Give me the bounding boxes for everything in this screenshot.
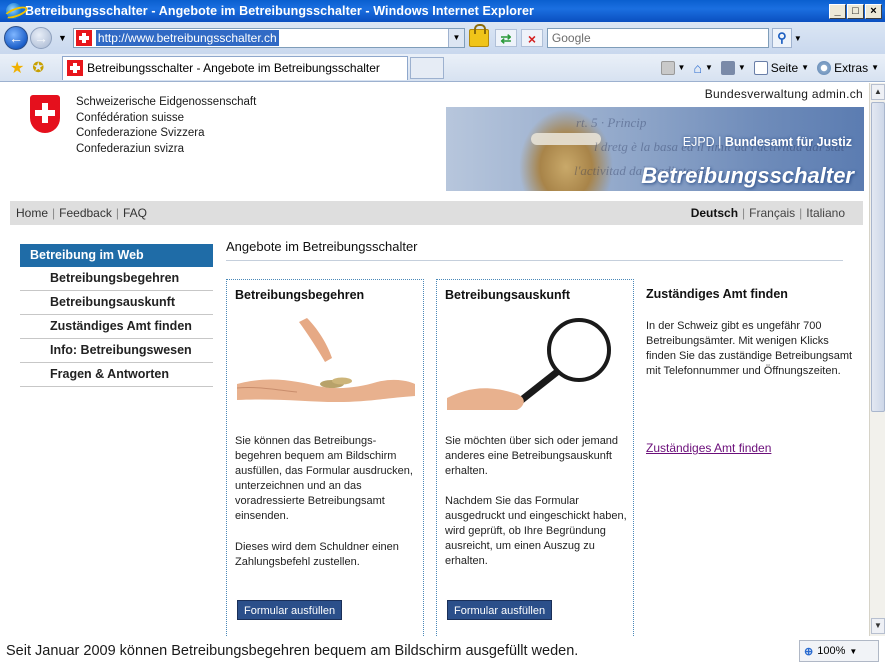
page-header: Schweizerische Eidgenossenschaft Confédé… xyxy=(10,83,864,201)
lock-icon[interactable] xyxy=(468,24,489,47)
betreibungsbegehren-box: Betreibungsbegehren Sie können das Betre… xyxy=(226,279,424,636)
box1-text-2: Dieses wird dem Schuldner einen Zahlungs… xyxy=(235,541,399,568)
box1-heading: Betreibungsbegehren xyxy=(235,288,365,302)
hand-coins-image xyxy=(237,318,415,402)
feed-icon xyxy=(660,60,675,75)
new-tab-button[interactable] xyxy=(410,56,445,79)
status-text: Seit Januar 2009 können Betreibungsbegeh… xyxy=(6,643,579,659)
confed-line-fr: Confédération suisse xyxy=(76,111,185,124)
refresh-button[interactable]: ⇄ xyxy=(494,29,517,47)
address-toolbar: ← → ▼ http://www.betreibungsschalter.ch … xyxy=(0,22,885,54)
faq-link[interactable]: FAQ xyxy=(123,206,147,220)
page-menu[interactable]: Seite ▼ xyxy=(753,60,809,75)
home-link[interactable]: Home xyxy=(16,206,48,220)
scroll-thumb[interactable] xyxy=(871,102,885,412)
scroll-down-icon[interactable]: ▼ xyxy=(871,618,885,634)
page-icon xyxy=(753,60,768,75)
close-button[interactable]: × xyxy=(865,3,882,19)
left-navigation: Betreibung im Web Betreibungsbegehren Be… xyxy=(20,244,213,387)
box1-text-1: Sie können das Betreibungs-begehren bequ… xyxy=(235,435,413,522)
search-input[interactable]: Google xyxy=(546,28,769,48)
page-viewport: Schweizerische Eidgenossenschaft Confédé… xyxy=(0,83,869,636)
site-title: Betreibungsschalter xyxy=(641,163,854,188)
col3-text: In der Schweiz gibt es ungefähr 700 Betr… xyxy=(646,320,853,377)
stop-button[interactable]: × xyxy=(520,29,543,47)
ie-logo-icon xyxy=(6,3,22,19)
printer-icon xyxy=(720,60,735,75)
swiss-crest-icon xyxy=(30,95,60,133)
betreibungsauskunft-box: Betreibungsauskunft Sie möchten über sic… xyxy=(436,279,634,636)
zoom-dropdown-icon[interactable]: ▼ xyxy=(849,647,857,656)
window-title: Betreibungsschalter - Angebote im Betrei… xyxy=(25,4,534,18)
box2-form-button[interactable]: Formular ausfüllen xyxy=(447,600,553,620)
zoom-level: 100% xyxy=(817,645,846,657)
title-bar: Betreibungsschalter - Angebote im Betrei… xyxy=(0,0,885,22)
back-button[interactable]: ← xyxy=(4,26,28,50)
tab-favicon-icon xyxy=(67,60,84,76)
home-icon: ⌂ xyxy=(693,59,702,76)
tools-menu[interactable]: Extras ▼ xyxy=(817,60,879,75)
tab-label: Betreibungsschalter - Angebote im Betrei… xyxy=(87,61,380,75)
forward-button[interactable]: → xyxy=(30,27,52,49)
col3-heading: Zuständiges Amt finden xyxy=(646,287,788,301)
gear-icon xyxy=(817,60,832,75)
box1-form-button[interactable]: Formular ausfüllen xyxy=(237,600,343,620)
lang-fr-link[interactable]: Français xyxy=(749,206,795,220)
url-text[interactable]: http://www.betreibungsschalter.ch xyxy=(95,30,279,46)
zoom-icon: ⊕ xyxy=(804,645,814,658)
search-icon[interactable]: ⚲ xyxy=(771,28,792,48)
feeds-button[interactable]: ▼ xyxy=(660,60,685,75)
ie-window: Betreibungsschalter - Angebote im Betrei… xyxy=(0,0,885,666)
confed-line-it: Confederazione Svizzera xyxy=(76,127,205,139)
search-options-icon[interactable]: ▼ xyxy=(794,34,802,43)
nav-head-betreibung-im-web[interactable]: Betreibung im Web xyxy=(20,244,213,267)
address-dropdown-icon[interactable]: ▼ xyxy=(447,29,464,47)
box2-text-1: Sie möchten über sich oder jemand andere… xyxy=(445,435,619,477)
confed-line-rm: Confederaziun svizra xyxy=(76,142,185,155)
magnifying-glass-image xyxy=(447,318,611,410)
minimize-button[interactable]: _ xyxy=(829,3,846,19)
history-dropdown-icon[interactable]: ▼ xyxy=(58,33,67,43)
lang-de-link[interactable]: Deutsch xyxy=(691,206,738,220)
site-favicon-icon xyxy=(75,30,92,46)
service-navigation: Home | Feedback | FAQ Deutsch | Français | Itali… xyxy=(10,201,863,225)
header-banner-image: rt. 5 · Princip l dretg è la basa ed il … xyxy=(446,107,864,191)
add-favorites-icon[interactable]: ✪ xyxy=(32,59,44,76)
nav-item-zustaendiges-amt[interactable]: Zuständiges Amt finden xyxy=(20,315,213,339)
admin-link[interactable]: Bundesverwaltung admin.ch xyxy=(705,87,863,101)
box2-heading: Betreibungsauskunft xyxy=(445,288,571,302)
tab-active[interactable]: Betreibungsschalter - Angebote im Betrei… xyxy=(62,55,409,80)
feedback-link[interactable]: Feedback xyxy=(59,206,112,220)
amt-finden-link[interactable]: Zuständiges Amt finden xyxy=(646,441,771,455)
print-button[interactable]: ▼ xyxy=(720,60,746,75)
ejpd-link[interactable]: EJPD | Bundesamt für Justiz xyxy=(683,135,852,149)
tab-bar: ★ ✪ Betreibungsschalter - Angebote im Be… xyxy=(0,54,885,82)
nav-item-betreibungsbegehren[interactable]: Betreibungsbegehren xyxy=(20,267,213,291)
box2-text-2: Nachdem Sie das Formular ausgedruckt und… xyxy=(445,495,627,567)
nav-item-info-betreibungswesen[interactable]: Info: Betreibungswesen xyxy=(20,339,213,363)
scroll-up-icon[interactable]: ▲ xyxy=(871,84,885,100)
status-bar: Seit Januar 2009 können Betreibungsbegeh… xyxy=(0,636,885,666)
confed-line-de: Schweizerische Eidgenossenschaft xyxy=(76,96,257,108)
confederation-names: Schweizerische Eidgenossenschaft Confédé… xyxy=(76,95,256,157)
vertical-scrollbar[interactable]: ▲ ▼ xyxy=(869,83,885,636)
address-field[interactable]: http://www.betreibungsschalter.ch ▼ xyxy=(72,28,465,48)
page-title: Angebote im Betreibungsschalter xyxy=(226,239,843,261)
home-button[interactable]: ⌂ ▼ xyxy=(693,60,712,76)
nav-item-betreibungsauskunft[interactable]: Betreibungsauskunft xyxy=(20,291,213,315)
lang-it-link[interactable]: Italiano xyxy=(806,206,845,220)
justitia-statue-image xyxy=(531,133,601,145)
maximize-button[interactable]: □ xyxy=(847,3,864,19)
command-bar: ▼ ⌂ ▼ ▼ Seite ▼ Extras ▼ xyxy=(653,60,879,76)
zoom-control[interactable]: ⊕ 100% ▼ xyxy=(799,640,879,662)
nav-item-fragen-antworten[interactable]: Fragen & Antworten xyxy=(20,363,213,387)
favorites-star-icon[interactable]: ★ xyxy=(10,58,24,78)
